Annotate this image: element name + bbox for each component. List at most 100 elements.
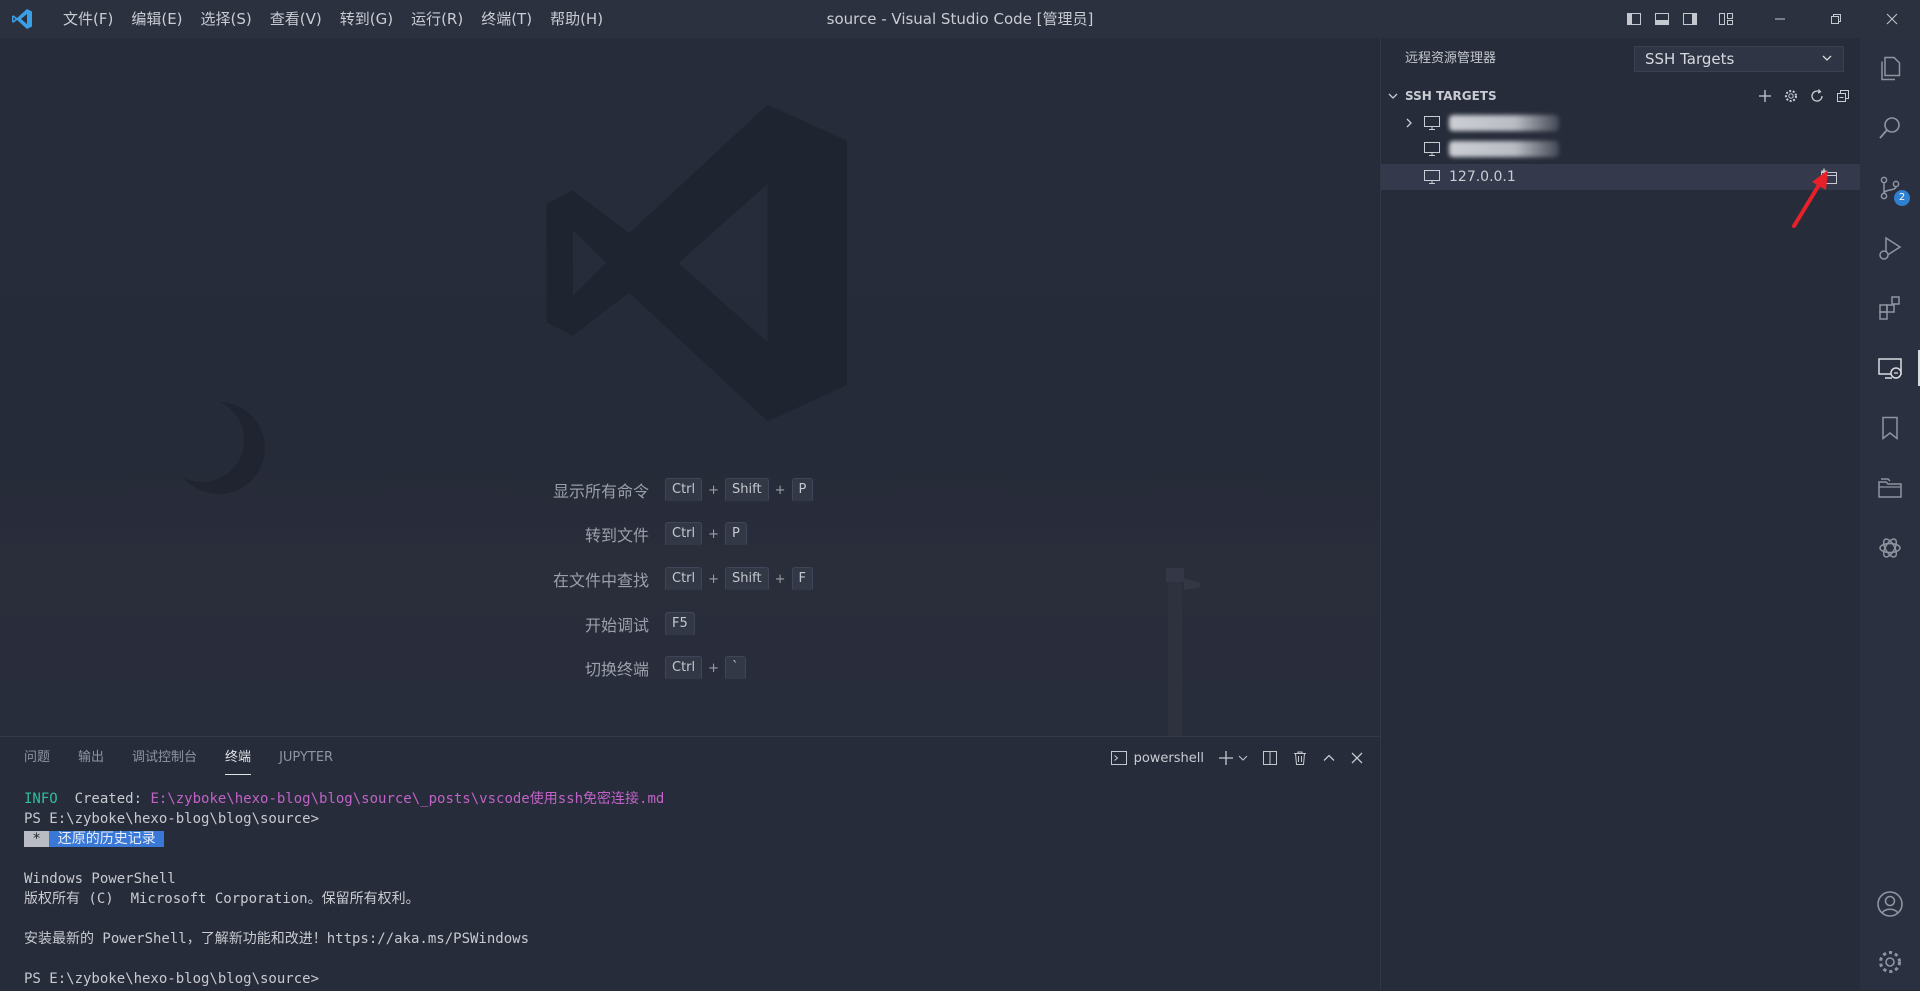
annotation-arrow: [1792, 170, 1828, 228]
tab-jupyter[interactable]: JUPYTER: [279, 737, 333, 779]
editor-area: 显示所有命令 Ctrl + Shift + P 转到文件 Ctrl + P 在文件中查…: [0, 38, 1380, 736]
terminal-output[interactable]: INFO Created: E:\zyboke\hexo-blog\blog\s…: [24, 789, 1360, 989]
redacted-host-label: [1449, 115, 1559, 131]
chevron-down-icon: [1238, 755, 1248, 761]
key-cap: Shift: [725, 478, 769, 502]
key-plus: +: [708, 482, 720, 498]
chevron-down-icon: [1821, 50, 1833, 68]
split-icon: [1263, 751, 1277, 765]
menu-edit[interactable]: 编辑(E): [122, 0, 191, 38]
bookmarks-icon[interactable]: [1860, 404, 1920, 452]
plus-icon: [1219, 751, 1233, 765]
log-level: INFO: [24, 791, 58, 807]
source-control-icon[interactable]: 2: [1860, 164, 1920, 212]
extensions-icon[interactable]: [1860, 284, 1920, 332]
terminal-selector[interactable]: powershell: [1110, 749, 1204, 767]
terminal-icon: [1110, 751, 1127, 765]
add-new-icon[interactable]: [1757, 88, 1773, 104]
log-text: Created:: [57, 791, 151, 807]
key-cap: P: [725, 522, 747, 546]
chevron-right-icon[interactable]: [1401, 118, 1417, 128]
toggle-secondary-sidebar-icon[interactable]: [1676, 0, 1704, 38]
key-plus: +: [774, 571, 786, 587]
shortcut-row: 开始调试 F5: [0, 612, 695, 636]
monitor-icon: [1423, 141, 1441, 157]
ssh-host-item[interactable]: [1381, 136, 1861, 162]
collapse-all-icon[interactable]: [1835, 88, 1851, 104]
restored-history-text: 还原的历史记录: [49, 831, 165, 847]
customize-layout-icon[interactable]: [1712, 0, 1740, 38]
remote-type-select[interactable]: SSH Targets: [1634, 46, 1844, 72]
key-cap: F: [791, 567, 813, 591]
menu-go[interactable]: 转到(G): [331, 0, 402, 38]
account-icon[interactable]: [1860, 880, 1920, 928]
remote-explorer-icon[interactable]: [1860, 344, 1920, 392]
key-cap: F5: [665, 612, 695, 636]
manage-gear-icon[interactable]: [1860, 938, 1920, 986]
redacted-host-label: [1449, 141, 1559, 157]
key-cap: Ctrl: [665, 522, 703, 546]
remote-type-value: SSH Targets: [1645, 50, 1735, 68]
toggle-panel-icon[interactable]: [1648, 0, 1676, 38]
title-controls: [1620, 0, 1920, 38]
ssh-targets-section-header[interactable]: SSH TARGETS: [1381, 84, 1861, 108]
restore-icon[interactable]: [1808, 0, 1864, 38]
terminal-blank: [24, 949, 1360, 969]
shortcut-row: 转到文件 Ctrl + P: [0, 522, 747, 546]
host-label: 127.0.0.1: [1449, 169, 1516, 185]
tab-output[interactable]: 输出: [78, 737, 104, 779]
menu-run[interactable]: 运行(R): [402, 0, 472, 38]
terminal-line: Windows PowerShell: [24, 871, 176, 887]
close-window-icon[interactable]: [1864, 0, 1920, 38]
history-marker: *: [24, 831, 50, 847]
activity-bar: 2: [1860, 38, 1920, 990]
menu-file[interactable]: 文件(F): [54, 0, 122, 38]
lighthouse-decoration: [1166, 568, 1200, 736]
key-cap: Shift: [725, 567, 769, 591]
explorer-icon[interactable]: [1860, 44, 1920, 92]
chevron-down-icon: [1387, 90, 1399, 102]
shortcut-row: 切换终端 Ctrl + `: [0, 656, 746, 680]
shortcut-label: 显示所有命令: [552, 482, 649, 501]
trash-icon: [1294, 751, 1306, 765]
project-manager-icon[interactable]: [1860, 464, 1920, 512]
run-debug-icon[interactable]: [1860, 224, 1920, 272]
tab-terminal[interactable]: 终端: [225, 737, 252, 779]
shortcut-row: 显示所有命令 Ctrl + Shift + P: [0, 478, 814, 502]
tab-problems[interactable]: 问题: [24, 737, 50, 779]
shortcut-row: 在文件中查找 Ctrl + Shift + F: [0, 567, 813, 591]
ssh-host-item[interactable]: [1381, 110, 1861, 136]
terminal-blank: [24, 909, 1360, 929]
source-control-badge: 2: [1894, 190, 1910, 206]
split-terminal-button[interactable]: [1262, 750, 1278, 766]
shortcut-label: 开始调试: [584, 616, 649, 635]
menu-selection[interactable]: 选择(S): [192, 0, 261, 38]
terminal-prompt: PS E:\zyboke\hexo-blog\blog\source>: [24, 971, 320, 987]
chevron-up-icon: [1323, 754, 1335, 761]
new-terminal-button[interactable]: [1218, 750, 1248, 766]
tab-debug-console[interactable]: 调试控制台: [132, 737, 197, 779]
menu-view[interactable]: 查看(V): [261, 0, 331, 38]
created-file-path: E:\zyboke\hexo-blog\blog\source\_posts\v…: [150, 791, 665, 807]
key-cap: Ctrl: [665, 567, 703, 591]
menu-bar: 文件(F) 编辑(E) 选择(S) 查看(V) 转到(G) 运行(R) 终端(T…: [54, 0, 612, 38]
chatgpt-icon[interactable]: [1860, 524, 1920, 572]
gear-icon[interactable]: [1783, 88, 1799, 104]
refresh-icon[interactable]: [1809, 88, 1825, 104]
search-icon[interactable]: [1860, 104, 1920, 152]
maximize-panel-button[interactable]: [1322, 751, 1336, 765]
key-cap: Ctrl: [665, 656, 703, 680]
close-panel-button[interactable]: [1350, 751, 1364, 765]
menu-help[interactable]: 帮助(H): [541, 0, 612, 38]
minimize-icon[interactable]: [1752, 0, 1808, 38]
shortcut-label: 切换终端: [584, 660, 649, 679]
terminal-name: powershell: [1133, 750, 1204, 766]
menu-terminal[interactable]: 终端(T): [472, 0, 541, 38]
kill-terminal-button[interactable]: [1292, 750, 1308, 766]
key-cap: `: [725, 656, 746, 680]
terminal-line: INFO Created: E:\zyboke\hexo-blog\blog\s…: [24, 789, 1360, 809]
monitor-icon: [1423, 115, 1441, 131]
key-plus: +: [708, 526, 720, 542]
sidebar-title: 远程资源管理器: [1405, 51, 1497, 66]
toggle-primary-sidebar-icon[interactable]: [1620, 0, 1648, 38]
